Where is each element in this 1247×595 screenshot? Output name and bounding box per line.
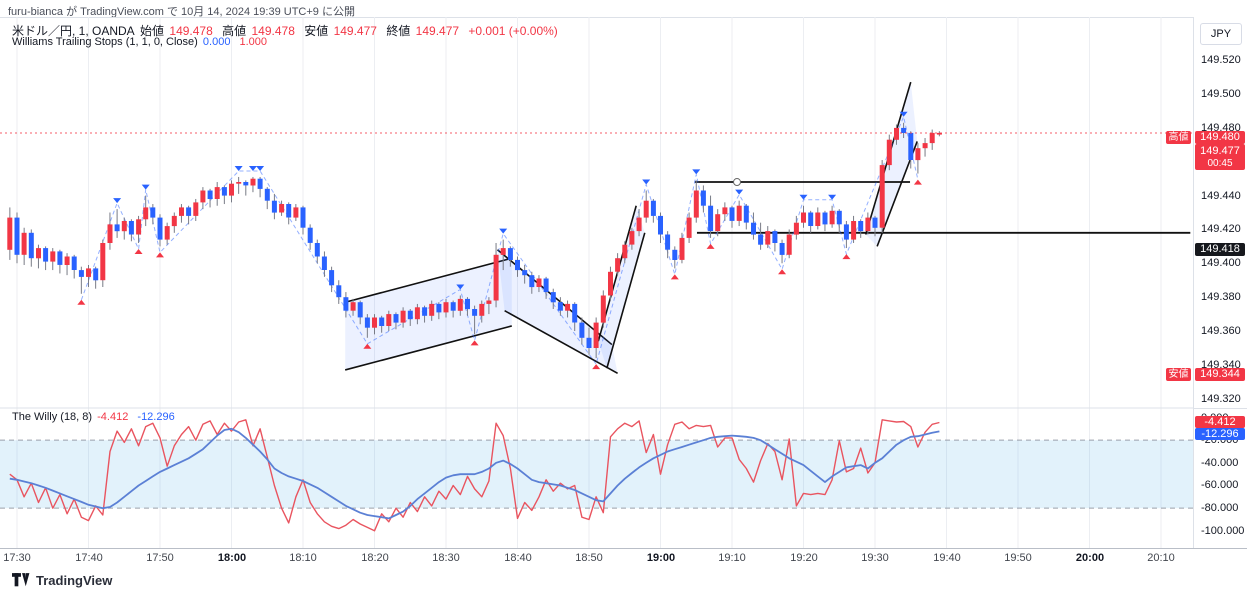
low-label: 安値 [304, 24, 328, 38]
willy-name[interactable]: The Willy (18, 8) [12, 411, 92, 423]
close-value: 149.477 [416, 24, 459, 38]
price-tick-label: 149.400 [1201, 257, 1241, 269]
time-tick-label: 18:30 [424, 552, 468, 564]
time-tick-label: 19:00 [639, 552, 683, 564]
price-tick-label: 149.420 [1201, 223, 1241, 235]
time-tick-label: 19:40 [925, 552, 969, 564]
tradingview-published-chart: furu-bianca が TradingView.com で 10月 14, … [0, 0, 1247, 595]
williams-name[interactable]: Williams Trailing Stops (1, 1, 0, Close) [12, 36, 198, 48]
time-tick-label: 19:20 [782, 552, 826, 564]
time-tick-label: 19:10 [710, 552, 754, 564]
time-tick-label: 17:30 [0, 552, 39, 564]
price-tick-label: 149.360 [1201, 325, 1241, 337]
time-tick-label: 17:50 [138, 552, 182, 564]
time-tick-label: 17:40 [67, 552, 111, 564]
close-label: 終値 [386, 24, 410, 38]
time-tick-label: 20:10 [1139, 552, 1183, 564]
willy-blue-axis-label: -12.296 [1195, 428, 1245, 440]
time-tick-label: 19:50 [996, 552, 1040, 564]
willy-red-axis-label: -4.412 [1195, 416, 1245, 428]
black-line-axis-label: 149.418 [1195, 243, 1245, 256]
price-tick-label: 149.380 [1201, 291, 1241, 303]
oscillator-tick-label: -40.000 [1201, 457, 1238, 469]
willy-value-blue: -12.296 [137, 411, 174, 423]
currency-toggle[interactable]: JPY [1200, 23, 1242, 45]
last-price-axis-label: 149.477 00:45 [1195, 144, 1245, 170]
chart-canvas[interactable] [0, 17, 1193, 548]
oscillator-tick-label: -60.000 [1201, 479, 1238, 491]
low-value: 149.477 [334, 24, 377, 38]
time-tick-label: 18:50 [567, 552, 611, 564]
price-axis[interactable]: JPY 149.520149.500149.480149.460149.4401… [1193, 17, 1247, 568]
footer: TradingView [0, 568, 1247, 595]
bar-countdown: 00:45 [1195, 158, 1245, 169]
oscillator-tick-label: -80.000 [1201, 502, 1238, 514]
williams-value-1: 0.000 [203, 36, 231, 48]
high-price-axis-label: 149.480 [1195, 131, 1245, 144]
willy-legend[interactable]: The Willy (18, 8) -4.412 -12.296 [12, 411, 181, 423]
williams-legend[interactable]: Williams Trailing Stops (1, 1, 0, Close)… [12, 36, 273, 48]
tradingview-brand-link[interactable]: TradingView [12, 573, 112, 588]
time-axis[interactable]: 17:30 17:40 17:50 18:00 18:10 18:20 18:30 18:40… [0, 548, 1247, 569]
time-tick-label: 18:40 [496, 552, 540, 564]
time-tick-label: 20:00 [1068, 552, 1112, 564]
price-tick-label: 149.320 [1201, 393, 1241, 405]
time-tick-label: 19:30 [853, 552, 897, 564]
low-price-axis-label: 149.344 [1195, 368, 1245, 381]
price-tick-label: 149.500 [1201, 88, 1241, 100]
chart-area[interactable]: 米ドル／円, 1, OANDA 始値 149.478 高値 149.478 安値… [0, 17, 1193, 548]
low-price-tag: 安値 [1166, 368, 1191, 381]
price-tick-label: 149.520 [1201, 54, 1241, 66]
high-price-tag: 高値 [1166, 131, 1191, 144]
time-tick-label: 18:00 [210, 552, 254, 564]
tradingview-logo-icon [12, 573, 31, 588]
price-tick-label: 149.440 [1201, 190, 1241, 202]
last-price-value: 149.477 [1195, 145, 1245, 158]
williams-value-2: 1.000 [240, 36, 268, 48]
oscillator-tick-label: -100.000 [1201, 525, 1244, 537]
willy-value-red: -4.412 [97, 411, 128, 423]
change-value: +0.001 (+0.00%) [468, 24, 557, 38]
pane-separator-axis [1194, 408, 1247, 409]
brand-name: TradingView [36, 573, 112, 588]
time-tick-label: 18:10 [281, 552, 325, 564]
time-tick-label: 18:20 [353, 552, 397, 564]
